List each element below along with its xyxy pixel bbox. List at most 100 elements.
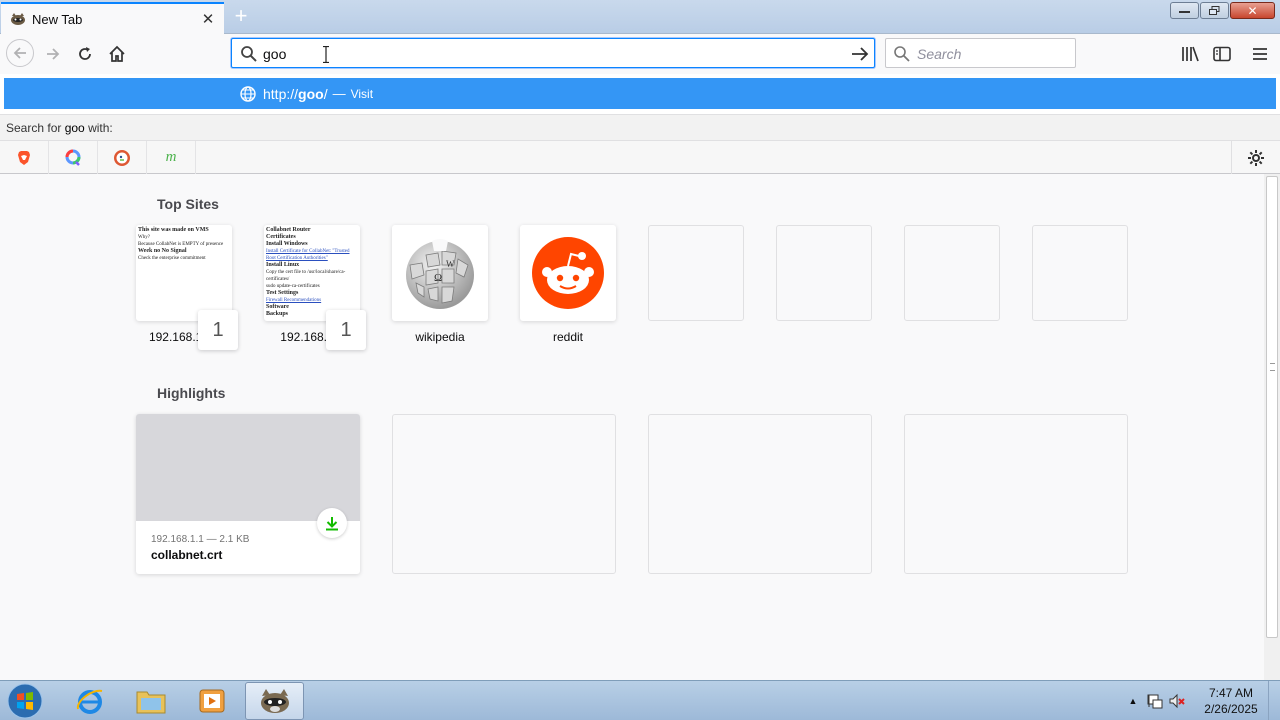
- windows-logo-icon: [7, 683, 43, 719]
- highlight-empty: [904, 414, 1128, 574]
- top-site-192-168-1-1[interactable]: Collabnet Router Certificates Install Wi…: [264, 225, 366, 350]
- scrollbar-thumb[interactable]: [1266, 176, 1278, 638]
- volume-muted-icon[interactable]: [1166, 690, 1188, 712]
- home-icon: [109, 45, 125, 62]
- empty-tile: [1032, 225, 1128, 321]
- close-window-button[interactable]: ✕: [1230, 2, 1275, 19]
- thumbnail-text: Collabnet Router Certificates Install Wi…: [266, 227, 358, 318]
- go-arrow-icon[interactable]: [850, 44, 870, 64]
- window-controls: ✕: [1169, 2, 1275, 19]
- top-site-empty: [776, 225, 872, 321]
- tab-title: New Tab: [32, 11, 83, 27]
- top-site-label: reddit: [552, 330, 584, 344]
- minimize-button[interactable]: [1170, 2, 1199, 19]
- show-desktop-button[interactable]: [1268, 681, 1280, 720]
- thumb-line: Why?: [138, 235, 150, 240]
- search-icon: [241, 46, 257, 62]
- top-site-thumbnail: [520, 225, 616, 321]
- search-with-suffix: with:: [84, 121, 113, 135]
- highlight-preview: [136, 414, 360, 521]
- taskbar-clock[interactable]: 7:47 AM 2/26/2025: [1198, 685, 1264, 717]
- thumb-line: Certificates: [266, 234, 296, 240]
- menu-button[interactable]: [1246, 40, 1274, 68]
- content-scrollbar[interactable]: [1264, 174, 1280, 680]
- top-site-thumbnail: This site was made on VMS Why? Because C…: [136, 225, 232, 321]
- text-cursor-icon: [323, 46, 329, 63]
- restore-icon: [1209, 6, 1220, 15]
- back-button[interactable]: [6, 39, 34, 67]
- thumb-line: Copy the cert file to /usr/local/share/c…: [266, 270, 346, 282]
- yandex-m-icon[interactable]: m: [147, 141, 196, 174]
- forward-arrow-icon: [47, 48, 60, 60]
- reddit-icon: [532, 237, 604, 309]
- brave-icon[interactable]: [0, 141, 49, 174]
- taskbar-file-explorer[interactable]: [123, 682, 179, 720]
- wiki-glyph-omega: Ω: [434, 272, 442, 284]
- search-settings-button[interactable]: [1231, 141, 1280, 174]
- highlight-card-collabnet[interactable]: 192.168.1.1 — 2.1 KB collabnet.crt: [136, 414, 360, 574]
- thumb-line: This site was made on VMS: [138, 227, 209, 233]
- restore-button[interactable]: [1200, 2, 1229, 19]
- search-bar[interactable]: [885, 38, 1076, 68]
- duckduckgo-icon[interactable]: [98, 141, 147, 174]
- gear-icon: [1248, 149, 1264, 166]
- thumb-line: Firewall Recommendations: [266, 298, 322, 303]
- close-icon[interactable]: ✕: [196, 7, 220, 31]
- sidebar-button[interactable]: [1208, 40, 1236, 68]
- highlight-title: collabnet.crt: [151, 548, 223, 562]
- top-sites-title: Top Sites: [157, 196, 219, 212]
- popup-visit-row[interactable]: http://goo/ — Visit: [4, 78, 1276, 109]
- back-arrow-icon: [13, 47, 26, 59]
- url-input[interactable]: [263, 44, 843, 64]
- forward-button[interactable]: [39, 40, 67, 68]
- taskbar-browser[interactable]: [245, 682, 304, 720]
- system-tray: ▲: [1122, 681, 1188, 720]
- top-site-reddit[interactable]: reddit: [520, 225, 616, 344]
- qwant-shape: [65, 149, 81, 166]
- popup-url-prefix: http://: [263, 85, 299, 102]
- top-site-empty: [648, 225, 744, 321]
- highlight-empty: [392, 414, 616, 574]
- wikipedia-globe-icon: Ω W: [406, 239, 474, 309]
- folder-icon: [136, 691, 166, 714]
- m-glyph: m: [165, 149, 177, 165]
- wiki-glyph-w: W: [446, 259, 455, 269]
- reload-button[interactable]: [71, 40, 99, 68]
- search-input[interactable]: [917, 45, 1067, 63]
- library-icon: [1182, 46, 1199, 62]
- url-bar[interactable]: [231, 38, 875, 68]
- top-site-thumbnail: Collabnet Router Certificates Install Wi…: [264, 225, 360, 321]
- minimize-icon: [1179, 10, 1190, 13]
- download-icon: [326, 517, 338, 531]
- download-badge: [317, 508, 347, 538]
- popup-url-bold: goo: [298, 85, 324, 102]
- thumb-line: Install Certificate for CollabNet: "Trus…: [266, 249, 350, 261]
- empty-tile: [776, 225, 872, 321]
- search-with-label: Search for goo with:: [0, 114, 1280, 140]
- highlights-title: Highlights: [157, 385, 226, 401]
- network-flag-icon[interactable]: [1144, 690, 1166, 712]
- tab-strip: New Tab ✕ + ✕: [0, 0, 1280, 34]
- taskbar-media-player[interactable]: [184, 682, 240, 720]
- library-button[interactable]: [1176, 40, 1204, 68]
- home-button[interactable]: [103, 40, 131, 68]
- top-site-wikipedia[interactable]: Ω W wikipedia: [392, 225, 488, 344]
- popup-action: Visit: [350, 86, 374, 101]
- clock-time: 7:47 AM: [1208, 686, 1254, 700]
- thumb-line: Install Linux: [266, 262, 300, 268]
- tab-new-tab[interactable]: New Tab ✕: [1, 2, 224, 34]
- internet-explorer-icon: [76, 689, 103, 714]
- top-site-label: wikipedia: [415, 330, 465, 344]
- start-button[interactable]: [6, 683, 44, 719]
- thumb-line: Test Settings: [266, 290, 299, 296]
- grip-icon: [1270, 363, 1275, 371]
- new-tab-plus-icon[interactable]: +: [230, 5, 252, 27]
- search-engines-bar: m: [0, 140, 1280, 174]
- highlight-empty: [648, 414, 872, 574]
- top-site-192-168-1-13[interactable]: This site was made on VMS Why? Because C…: [136, 225, 238, 350]
- qwant-icon[interactable]: [49, 141, 98, 174]
- show-hidden-icons-arrow-icon[interactable]: ▲: [1122, 690, 1144, 712]
- search-icon: [894, 46, 910, 62]
- taskbar-internet-explorer[interactable]: [62, 682, 118, 720]
- thumb-line: Collabnet Router: [266, 227, 311, 233]
